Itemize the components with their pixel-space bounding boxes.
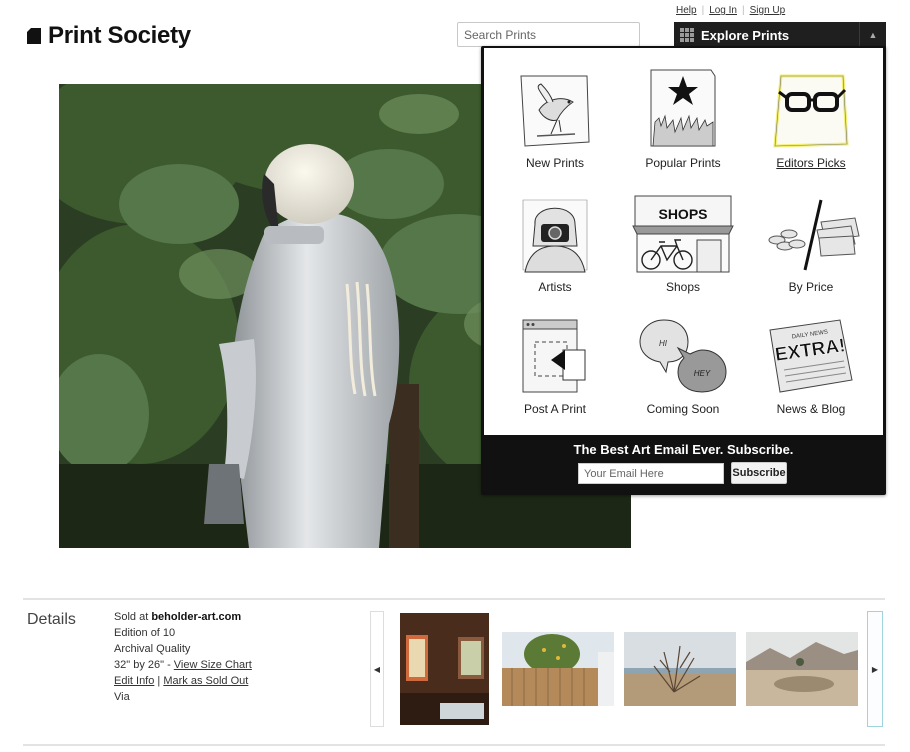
menu-item-artists[interactable]: Artists (491, 194, 619, 316)
thumbnail-desert[interactable] (746, 632, 858, 706)
search-input[interactable] (457, 22, 640, 47)
details-heading: Details (27, 611, 76, 628)
carousel-prev-button[interactable]: ◀ (370, 611, 384, 727)
subscribe-button[interactable]: Subscribe (731, 462, 787, 484)
size-text: 32" by 26" - (114, 659, 174, 671)
link-separator: | (701, 5, 705, 16)
menu-item-label: Post A Print (523, 402, 587, 416)
print-info: Sold at beholder-art.com Edition of 10 A… (114, 609, 252, 705)
triangle-right-icon: ▶ (871, 664, 879, 674)
thumbnail-image (746, 632, 858, 706)
menu-item-news-blog[interactable]: DAILY NEWS EXTRA! News & Blog (747, 316, 875, 438)
sold-at-site[interactable]: beholder-art.com (151, 611, 241, 623)
glasses-icon (773, 74, 849, 148)
explore-prints-button[interactable]: Explore Prints ▲ (674, 22, 886, 48)
sold-at-line: Sold at beholder-art.com (114, 609, 252, 625)
mark-sold-link[interactable]: Mark as Sold Out (163, 675, 248, 687)
menu-item-popular-prints[interactable]: Popular Prints (619, 66, 747, 188)
explore-grid: New Prints Popular Prints Editors Picks (484, 48, 883, 435)
quality-text: Archival Quality (114, 643, 191, 655)
money-icon (768, 199, 860, 271)
menu-item-label: Shops (665, 280, 701, 294)
thumbnail-fence[interactable] (502, 632, 614, 706)
storefront-icon: SHOPS (632, 195, 734, 273)
menu-item-label: News & Blog (776, 402, 846, 416)
speech-bubbles-icon: HI HEY (639, 319, 727, 393)
thumbnail-image (502, 632, 614, 706)
post-print-icon (522, 319, 586, 393)
menu-item-coming-soon[interactable]: HI HEY Coming Soon (619, 316, 747, 438)
login-link[interactable]: Log In (709, 5, 737, 16)
actions-line: Edit Info | Mark as Sold Out (114, 675, 249, 687)
size-line: 32" by 26" - View Size Chart (114, 657, 252, 673)
bubble-hey-text: HEY (694, 369, 711, 378)
grid-icon (680, 28, 694, 42)
crowd-star-icon (650, 69, 716, 147)
thumbnail-image (624, 632, 736, 706)
newspaper-icon: DAILY NEWS EXTRA! (769, 319, 853, 393)
menu-item-by-price[interactable]: By Price (747, 194, 875, 316)
menu-item-editors-picks[interactable]: Editors Picks (747, 72, 875, 194)
account-links: Help | Log In | Sign Up (676, 5, 785, 16)
logo-text: Print Society (48, 22, 191, 49)
size-chart-link[interactable]: View Size Chart (174, 659, 252, 671)
menu-item-label: By Price (788, 280, 834, 294)
email-field[interactable] (578, 463, 724, 484)
signup-link[interactable]: Sign Up (750, 5, 786, 16)
chevron-up-icon[interactable]: ▲ (859, 22, 886, 48)
thumbnail-tumbleweed[interactable] (624, 632, 736, 706)
explore-label: Explore Prints (701, 27, 790, 43)
sold-at-label: Sold at (114, 611, 152, 623)
via-text: Via (114, 691, 130, 703)
menu-item-label: Coming Soon (646, 402, 720, 416)
site-logo[interactable]: Print Society (27, 22, 191, 50)
triangle-left-icon: ◀ (373, 664, 381, 674)
thumbnail-room[interactable] (400, 613, 489, 725)
divider (23, 598, 885, 600)
edition-text: Edition of 10 (114, 627, 176, 639)
bubble-hi-text: HI (659, 339, 668, 348)
carousel-next-button[interactable]: ▶ (867, 611, 883, 727)
menu-item-shops[interactable]: SHOPS Shops (619, 194, 747, 316)
subscribe-title: The Best Art Email Ever. Subscribe. (573, 442, 794, 457)
edit-info-link[interactable]: Edit Info (114, 675, 154, 687)
thumbnail-image (400, 613, 489, 725)
menu-item-label: Artists (538, 280, 572, 294)
menu-item-label: New Prints (525, 156, 584, 170)
menu-item-new-prints[interactable]: New Prints (491, 72, 619, 194)
help-link[interactable]: Help (676, 5, 697, 16)
link-separator: | (742, 5, 745, 16)
menu-item-post-a-print[interactable]: Post A Print (491, 316, 619, 438)
logo-icon (27, 28, 41, 44)
menu-item-label: Popular Prints (645, 156, 721, 170)
shops-sign-text: SHOPS (658, 206, 707, 222)
bird-icon (520, 75, 590, 147)
divider (23, 744, 885, 746)
camera-artist-icon (522, 199, 588, 273)
menu-item-label: Editors Picks (776, 156, 846, 170)
